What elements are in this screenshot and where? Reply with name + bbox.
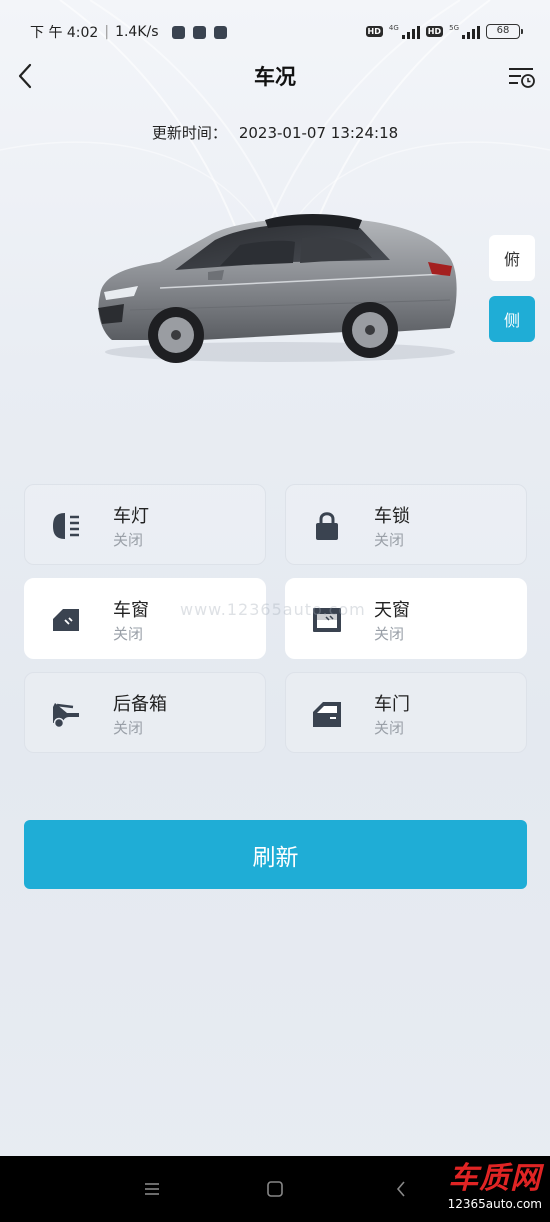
- update-time: 更新时间： 2023-01-07 13:24:18: [0, 122, 550, 143]
- card-name: 后备箱: [113, 694, 167, 715]
- brand-url: 12365auto.com: [447, 1197, 542, 1211]
- battery-icon: 68: [486, 24, 523, 39]
- car-door-icon: [313, 702, 341, 727]
- car-image: [98, 214, 457, 363]
- card-name: 天窗: [374, 600, 410, 621]
- card-name: 车门: [374, 694, 410, 715]
- card-state: 关闭: [113, 625, 144, 643]
- card-state: 关闭: [374, 531, 405, 549]
- car-window-icon: [53, 609, 79, 631]
- hd-badge: HD: [365, 26, 383, 37]
- page-title: 车况: [254, 65, 296, 89]
- card-name: 车窗: [113, 600, 149, 621]
- card-name: 车锁: [374, 506, 410, 527]
- hd-badge: HD: [425, 26, 444, 37]
- lock-icon: [316, 512, 338, 540]
- brand-logo: 车质网 12365auto.com: [448, 1161, 542, 1211]
- back-icon[interactable]: [390, 1178, 412, 1200]
- status-left: 下 午 4:02 | 1.4K/s: [30, 22, 227, 42]
- card-lock[interactable]: 车锁 关闭: [285, 484, 527, 565]
- watermark: www.12365auto.com: [180, 600, 366, 619]
- signal-icon: [462, 25, 480, 39]
- brand-name: 车质网: [448, 1161, 542, 1196]
- home-icon[interactable]: [264, 1178, 286, 1200]
- card-state: 关闭: [374, 625, 405, 643]
- card-name: 车灯: [113, 506, 149, 527]
- card-trunk[interactable]: 后备箱 关闭: [24, 672, 266, 753]
- network-type: 4G: [388, 23, 399, 32]
- headlight-icon: [53, 513, 79, 539]
- view-side-button[interactable]: 侧: [489, 296, 535, 342]
- status-right: HD 4G HD 5G 68: [365, 23, 523, 39]
- navigation-bar: 车质网 12365auto.com: [0, 1156, 550, 1222]
- network-speed: 1.4K/s: [115, 24, 159, 40]
- trunk-icon: [53, 703, 79, 729]
- card-state: 关闭: [374, 719, 405, 737]
- header: 车况: [0, 56, 550, 96]
- update-value: 2023-01-07 13:24:18: [238, 124, 399, 142]
- refresh-button[interactable]: 刷新: [24, 820, 527, 889]
- network-type: 5G: [449, 23, 459, 32]
- card-door[interactable]: 车门 关闭: [285, 672, 527, 753]
- signal-icon: [401, 25, 420, 39]
- card-headlight[interactable]: 车灯 关闭: [24, 484, 266, 565]
- view-top-button[interactable]: 俯: [489, 235, 535, 281]
- card-state: 关闭: [113, 531, 144, 549]
- game-app-icon: [192, 25, 206, 39]
- menu-icon[interactable]: [141, 1178, 163, 1200]
- status-bar: 下 午 4:02 | 1.4K/s HD 4G HD 5G 68: [0, 0, 550, 62]
- chat-app-icon: [213, 25, 227, 39]
- clock: 下 午 4:02: [30, 25, 99, 41]
- list-clock-icon[interactable]: [506, 62, 536, 92]
- divider: |: [104, 24, 110, 40]
- update-label: 更新时间：: [151, 124, 227, 142]
- card-state: 关闭: [113, 719, 144, 737]
- music-app-icon: [171, 25, 185, 39]
